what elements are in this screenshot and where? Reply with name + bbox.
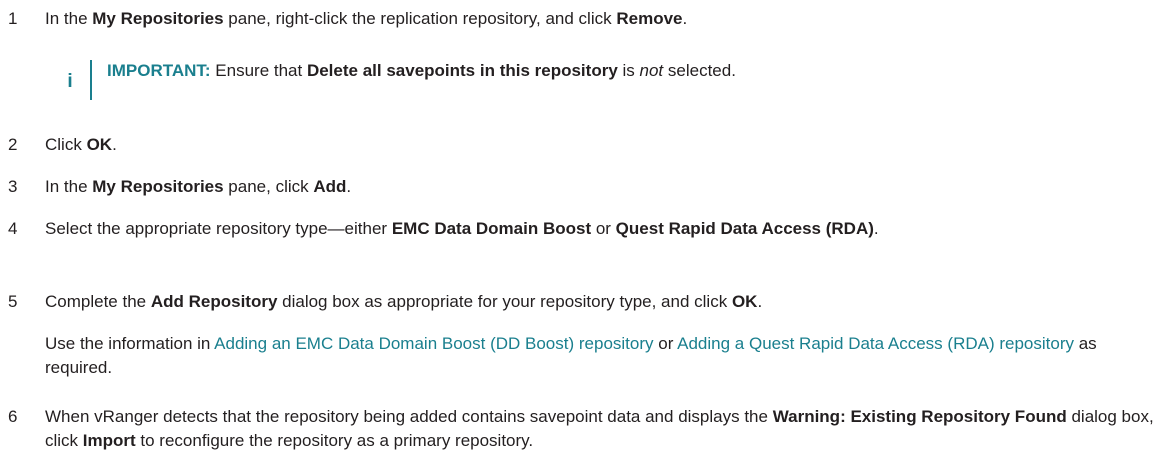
text-run: Use the information in xyxy=(45,334,215,353)
ui-term-my-repositories: My Repositories xyxy=(92,177,224,196)
text-run: . xyxy=(112,135,117,154)
info-icon: i xyxy=(67,71,73,92)
text-run: pane, right-click the replication reposi… xyxy=(223,9,617,28)
text-run: . xyxy=(873,219,879,238)
step-number: 6 xyxy=(8,407,18,426)
text-run: or xyxy=(653,334,678,353)
step-6: 6 When vRanger detects that the reposito… xyxy=(8,405,1168,453)
step-3: 3 In the My Repositories pane, click Add… xyxy=(8,175,1168,199)
step-text: Complete the Add Repository dialog box a… xyxy=(45,290,1168,314)
text-run: dialog box as appropriate for your repos… xyxy=(277,292,732,311)
step-text: In the My Repositories pane, click Add. xyxy=(45,175,1168,199)
ui-term-quest-rda: Quest Rapid Data Access (RDA) xyxy=(615,219,874,238)
text-run: Select the appropriate repository type—e… xyxy=(45,219,392,238)
note-label: IMPORTANT: xyxy=(107,61,211,80)
text-run: Complete the xyxy=(45,292,151,311)
step-text: Click OK. xyxy=(45,133,1168,157)
link-rda-repository[interactable]: Adding a Quest Rapid Data Access (RDA) r… xyxy=(677,334,1074,353)
ui-term-import: Import xyxy=(82,431,136,450)
text-run: Ensure that xyxy=(210,61,307,80)
ui-term-existing-repository-warning: Warning: Existing Repository Found xyxy=(772,407,1067,426)
text-run: . xyxy=(682,9,688,28)
ui-term-add-repository: Add Repository xyxy=(150,292,278,311)
text-run: selected. xyxy=(663,61,736,80)
text-run: or xyxy=(591,219,616,238)
step-4: 4 Select the appropriate repository type… xyxy=(8,217,1168,241)
text-run: . xyxy=(346,177,352,196)
note-divider xyxy=(90,60,92,100)
ui-term-remove: Remove xyxy=(616,9,683,28)
text-run: In the xyxy=(45,177,93,196)
step-5-followup: Use the information in Adding an EMC Dat… xyxy=(45,332,1166,380)
step-text: When vRanger detects that the repository… xyxy=(45,405,1168,453)
ui-term-ok: OK xyxy=(731,292,758,311)
text-run: is xyxy=(617,61,640,80)
step-number: 5 xyxy=(8,292,18,311)
step-text: Select the appropriate repository type—e… xyxy=(45,217,1168,241)
step-2: 2 Click OK. xyxy=(8,133,1168,157)
step-number: 4 xyxy=(8,219,18,238)
text-run: Click xyxy=(45,135,87,154)
ui-term-add: Add xyxy=(313,177,347,196)
link-dd-boost-repository[interactable]: Adding an EMC Data Domain Boost (DD Boos… xyxy=(214,334,653,353)
text-run: to reconfigure the repository as a prima… xyxy=(135,431,534,450)
text-run: . xyxy=(757,292,763,311)
ui-term-my-repositories: My Repositories xyxy=(92,9,224,28)
important-note: i IMPORTANT: Ensure that Delete all save… xyxy=(64,56,1154,104)
text-run: In the xyxy=(45,9,93,28)
step-1: 1 In the My Repositories pane, right-cli… xyxy=(8,7,1168,31)
step-number: 3 xyxy=(8,177,18,196)
procedure-document: 1 In the My Repositories pane, right-cli… xyxy=(0,0,1176,470)
text-run: pane, click xyxy=(223,177,314,196)
step-number: 2 xyxy=(8,135,18,154)
step-5: 5 Complete the Add Repository dialog box… xyxy=(8,290,1168,314)
text-run: When vRanger detects that the repository… xyxy=(45,407,773,426)
emphasis-not: not xyxy=(639,61,664,80)
ui-term-emc-dd-boost: EMC Data Domain Boost xyxy=(391,219,592,238)
step-text: In the My Repositories pane, right-click… xyxy=(45,7,1168,31)
ui-term-ok: OK xyxy=(86,135,113,154)
note-text: IMPORTANT: Ensure that Delete all savepo… xyxy=(107,59,736,83)
step-number: 1 xyxy=(8,9,18,28)
ui-term-delete-all-savepoints: Delete all savepoints in this repository xyxy=(306,61,618,80)
